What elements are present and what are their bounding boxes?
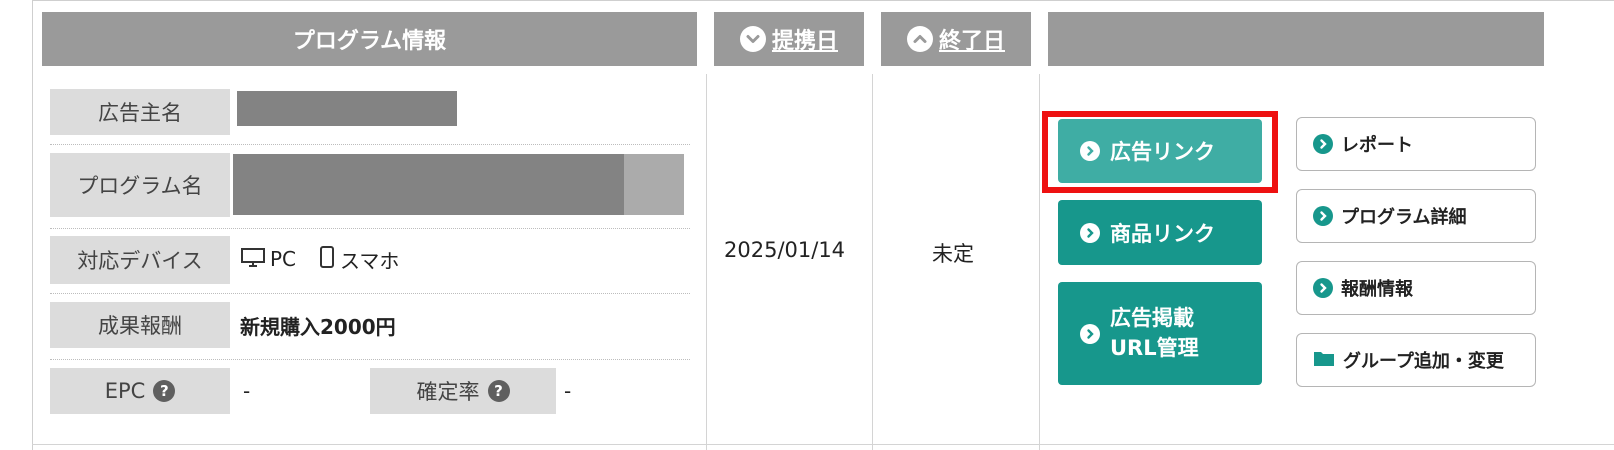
- product-link-button[interactable]: 商品リンク: [1058, 200, 1262, 265]
- chevron-right-icon: [1313, 278, 1333, 298]
- sort-end-date-label: 終了日: [938, 29, 1005, 54]
- help-icon[interactable]: ?: [487, 380, 510, 402]
- chevron-right-icon: [1080, 141, 1100, 161]
- chevron-down-icon: [739, 26, 766, 52]
- reward-info-label: 報酬情報: [1341, 279, 1413, 300]
- divider: [50, 293, 690, 294]
- header-program-info-label: プログラム情報: [292, 29, 447, 54]
- partner-date-value: 2025/01/14: [724, 238, 846, 262]
- sort-partner-date-label: 提携日: [771, 29, 838, 54]
- chevron-right-icon: [1080, 323, 1100, 344]
- column-divider: [872, 74, 873, 450]
- advertiser-name-redacted: [237, 91, 457, 126]
- program-name-label: プログラム名: [50, 153, 230, 217]
- epc-label-text: EPC: [104, 379, 146, 403]
- header-end-date[interactable]: 終了日: [881, 12, 1031, 66]
- program-detail-label: プログラム詳細: [1341, 207, 1467, 228]
- divider: [50, 144, 690, 145]
- monitor-icon: [240, 246, 266, 273]
- devices-label-text: 対応デバイス: [77, 249, 203, 273]
- advertiser-label-text: 広告主名: [98, 101, 182, 125]
- ad-link-button[interactable]: 広告リンク: [1058, 119, 1262, 183]
- header-partner-date[interactable]: 提携日: [714, 12, 864, 66]
- group-edit-label: グループ追加・変更: [1343, 351, 1504, 372]
- program-name-redacted-tail: [624, 154, 684, 215]
- confirm-rate-label-text: 確定率: [416, 380, 480, 404]
- advertiser-label: 広告主名: [50, 89, 230, 135]
- report-button[interactable]: レポート: [1296, 117, 1536, 171]
- reward-label-text: 成果報酬: [98, 314, 182, 338]
- program-name-redacted: [233, 154, 624, 215]
- reward-value: 新規購入2000円: [240, 314, 396, 339]
- epc-value: -: [243, 379, 251, 403]
- column-divider: [706, 74, 707, 450]
- chevron-right-icon: [1080, 222, 1100, 243]
- header-program-info: プログラム情報: [42, 12, 697, 66]
- url-manage-label-line1: 広告掲載: [1110, 306, 1194, 331]
- divider: [50, 228, 690, 229]
- help-icon[interactable]: ?: [153, 380, 176, 402]
- chevron-right-icon: [1313, 134, 1333, 154]
- program-detail-button[interactable]: プログラム詳細: [1296, 189, 1536, 243]
- program-name-label-text: プログラム名: [77, 174, 203, 198]
- chevron-up-icon: [906, 26, 933, 52]
- reward-label: 成果報酬: [50, 302, 230, 348]
- device-pc-label: PC: [270, 247, 297, 271]
- row-bottom-border: [32, 444, 1614, 445]
- url-manage-button[interactable]: 広告掲載 URL管理: [1058, 282, 1262, 385]
- ad-link-label: 広告リンク: [1110, 140, 1215, 164]
- product-link-label: 商品リンク: [1110, 221, 1215, 246]
- devices-label: 対応デバイス: [50, 236, 230, 284]
- url-manage-label: 広告掲載 URL管理: [1110, 304, 1199, 363]
- devices-value: PC スマホ: [240, 244, 399, 274]
- sort-partner-date-link[interactable]: 提携日: [739, 23, 838, 55]
- column-divider: [1039, 74, 1040, 450]
- epc-label: EPC ?: [50, 368, 230, 414]
- sort-end-date-link[interactable]: 終了日: [906, 23, 1005, 55]
- url-manage-label-line2: URL管理: [1110, 335, 1199, 360]
- reward-info-button[interactable]: 報酬情報: [1296, 261, 1536, 315]
- device-smartphone-label: スマホ: [340, 248, 400, 273]
- chevron-right-icon: [1313, 206, 1333, 226]
- header-actions: [1048, 12, 1544, 66]
- group-edit-button[interactable]: グループ追加・変更: [1296, 333, 1536, 387]
- report-label: レポート: [1341, 135, 1413, 156]
- confirm-rate-label: 確定率 ?: [370, 368, 556, 414]
- folder-icon: [1313, 349, 1335, 372]
- divider: [50, 359, 690, 360]
- smartphone-icon: [318, 245, 336, 274]
- end-date-value: 未定: [932, 242, 974, 266]
- confirm-rate-value: -: [564, 379, 572, 403]
